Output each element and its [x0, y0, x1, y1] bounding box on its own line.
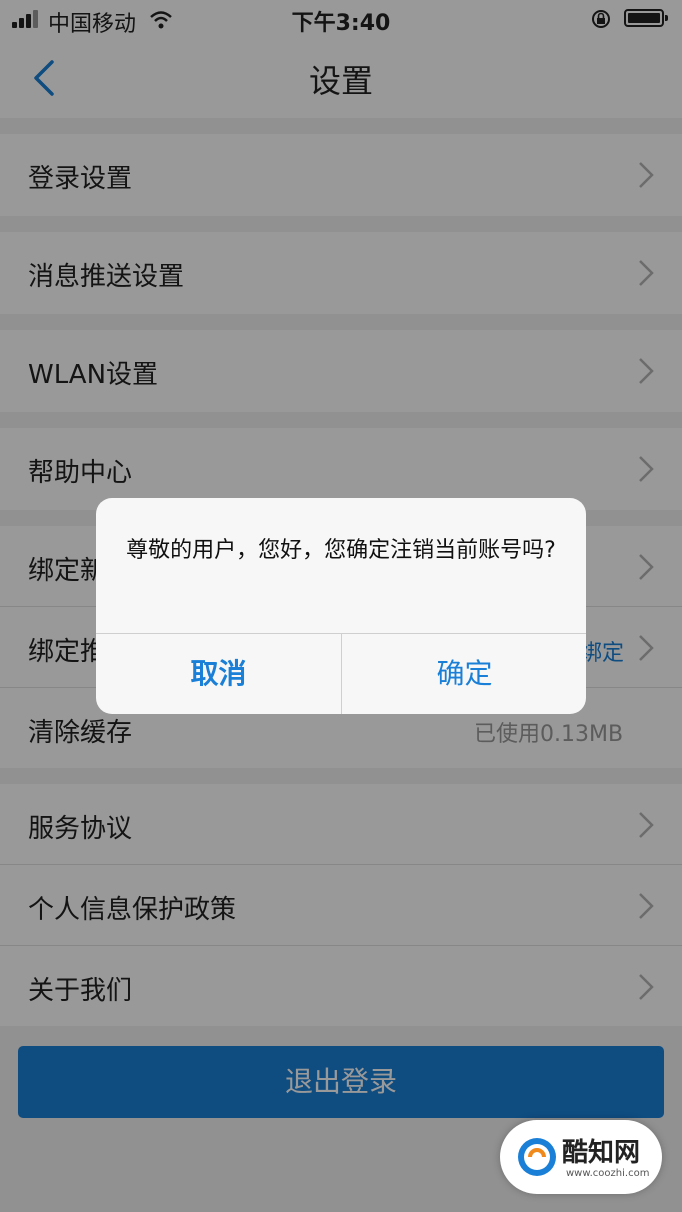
watermark-brand: 酷知网: [562, 1138, 641, 1168]
coozhi-logo-icon: [518, 1138, 556, 1176]
logout-confirm-dialog: 尊敬的用户，您好，您确定注销当前账号吗? 取消 确定: [96, 498, 586, 714]
watermark-logo: 酷知网 www.coozhi.com: [500, 1120, 662, 1194]
cancel-button[interactable]: 取消: [96, 634, 341, 714]
watermark-url: www.coozhi.com: [566, 1168, 650, 1179]
dialog-message: 尊敬的用户，您好，您确定注销当前账号吗?: [126, 538, 556, 563]
confirm-button[interactable]: 确定: [342, 634, 586, 714]
